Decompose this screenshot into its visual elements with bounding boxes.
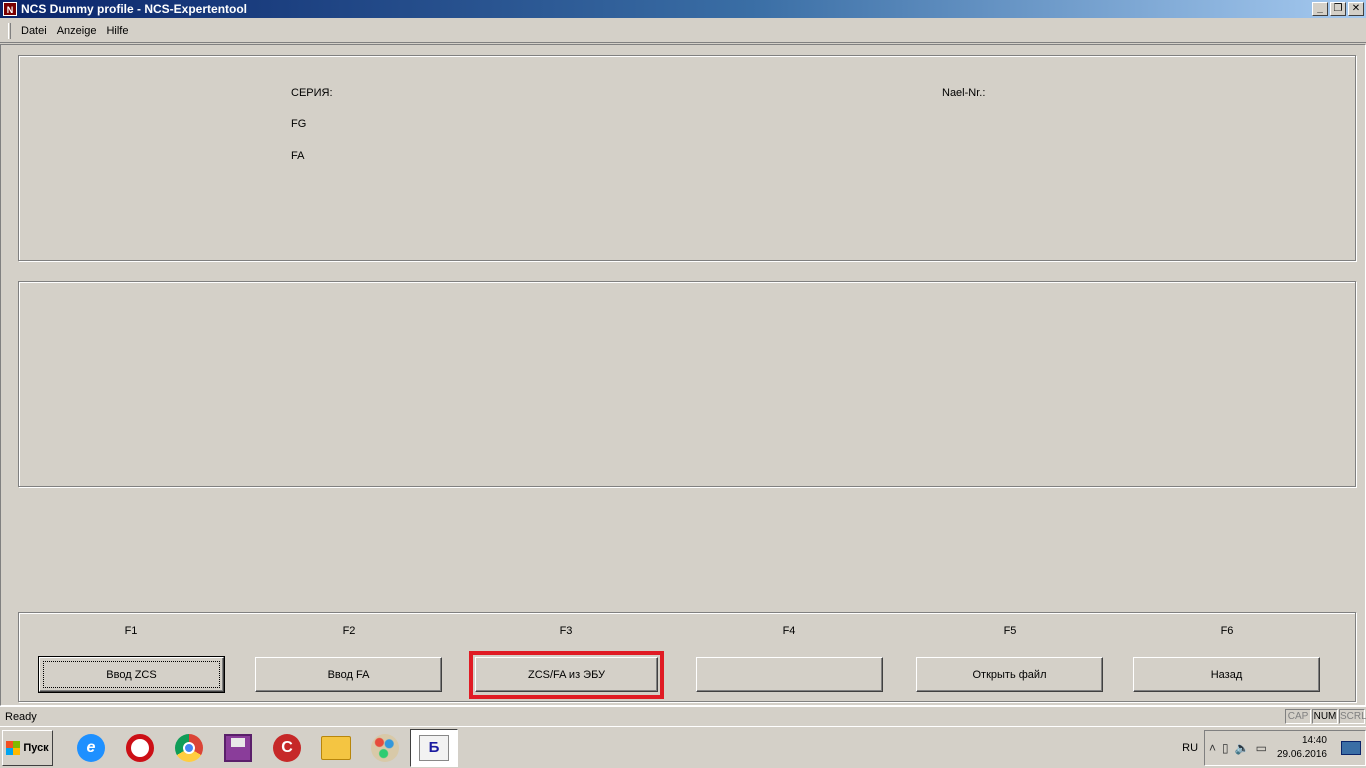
enter-fa-button[interactable]: Ввод FA [255, 657, 442, 692]
fkey-label-f2: F2 [342, 625, 356, 637]
start-label: Пуск [23, 741, 49, 754]
taskbar: Пуск e C Б RU ˄ ▯ 🔈 ▭ 14:40 29.06.2016 [0, 726, 1366, 768]
menu-hilfe[interactable]: Hilfe [101, 23, 133, 39]
usb-device-icon[interactable]: ▯ [1222, 741, 1229, 755]
volume-icon[interactable]: 🔈 [1235, 741, 1250, 755]
app-icon[interactable]: N [3, 2, 17, 16]
ccleaner-icon[interactable]: C [263, 729, 311, 767]
chrome-icon[interactable] [165, 729, 213, 767]
clock-date: 29.06.2016 [1276, 748, 1327, 760]
window-title: NCS Dummy profile - NCS-Expertentool [21, 2, 248, 16]
fa-label: FA [291, 150, 305, 162]
opera-icon[interactable] [116, 729, 164, 767]
scrl-indicator: SCRL [1339, 709, 1366, 724]
fkey-label-f4: F4 [782, 625, 796, 637]
fkey-label-f3: F3 [559, 625, 573, 637]
title-bar: N NCS Dummy profile - NCS-Expertentool _… [0, 0, 1366, 18]
system-tray: ˄ ▯ 🔈 ▭ 14:40 29.06.2016 [1204, 729, 1366, 766]
ncs-expertentool-icon[interactable]: Б [410, 728, 458, 767]
fkey-label-f1: F1 [124, 625, 138, 637]
windows-logo-icon [6, 740, 21, 755]
show-hidden-icons-icon[interactable]: ˄ [1209, 741, 1216, 755]
num-indicator: NUM [1312, 709, 1338, 724]
close-icon[interactable]: ✕ [1348, 2, 1364, 16]
menu-anzeige[interactable]: Anzeige [52, 23, 102, 39]
restore-icon[interactable]: ❐ [1330, 2, 1346, 16]
fg-label: FG [291, 118, 307, 130]
menu-datei[interactable]: Datei [16, 23, 52, 39]
back-button[interactable]: Назад [1133, 657, 1320, 692]
status-text: Ready [5, 710, 37, 723]
file-explorer-icon[interactable] [312, 729, 360, 767]
f4-button[interactable] [696, 657, 883, 692]
start-button[interactable]: Пуск [2, 729, 53, 766]
nael-nr-label: Nael-Nr.: [942, 87, 986, 99]
show-desktop-icon[interactable] [1341, 740, 1361, 755]
open-file-button[interactable]: Открыть файл [916, 657, 1103, 692]
language-indicator[interactable]: RU [1182, 742, 1198, 754]
menu-grip [8, 22, 11, 39]
enter-zcs-button[interactable]: Ввод ZCS [38, 656, 225, 693]
network-icon[interactable]: ▭ [1256, 741, 1267, 755]
clock-time: 14:40 [1301, 734, 1327, 746]
save-disk-icon[interactable] [214, 729, 262, 767]
minimize-icon[interactable]: _ [1312, 2, 1328, 16]
zcs-fa-from-ecu-button[interactable]: ZCS/FA из ЭБУ [475, 657, 658, 692]
status-bar: Ready CAP NUM SCRL [0, 706, 1366, 726]
internet-explorer-icon[interactable]: e [67, 729, 115, 767]
menu-bar: Datei Anzeige Hilfe [0, 19, 1366, 43]
cap-indicator: CAP [1285, 709, 1311, 724]
fkey-label-f5: F5 [1003, 625, 1017, 637]
clock[interactable]: 14:40 29.06.2016 [1277, 734, 1327, 762]
series-label: СЕРИЯ: [291, 87, 333, 99]
output-panel [18, 281, 1356, 487]
paint-icon[interactable] [361, 729, 409, 767]
fkey-label-f6: F6 [1220, 625, 1234, 637]
vehicle-info-panel [18, 55, 1356, 261]
